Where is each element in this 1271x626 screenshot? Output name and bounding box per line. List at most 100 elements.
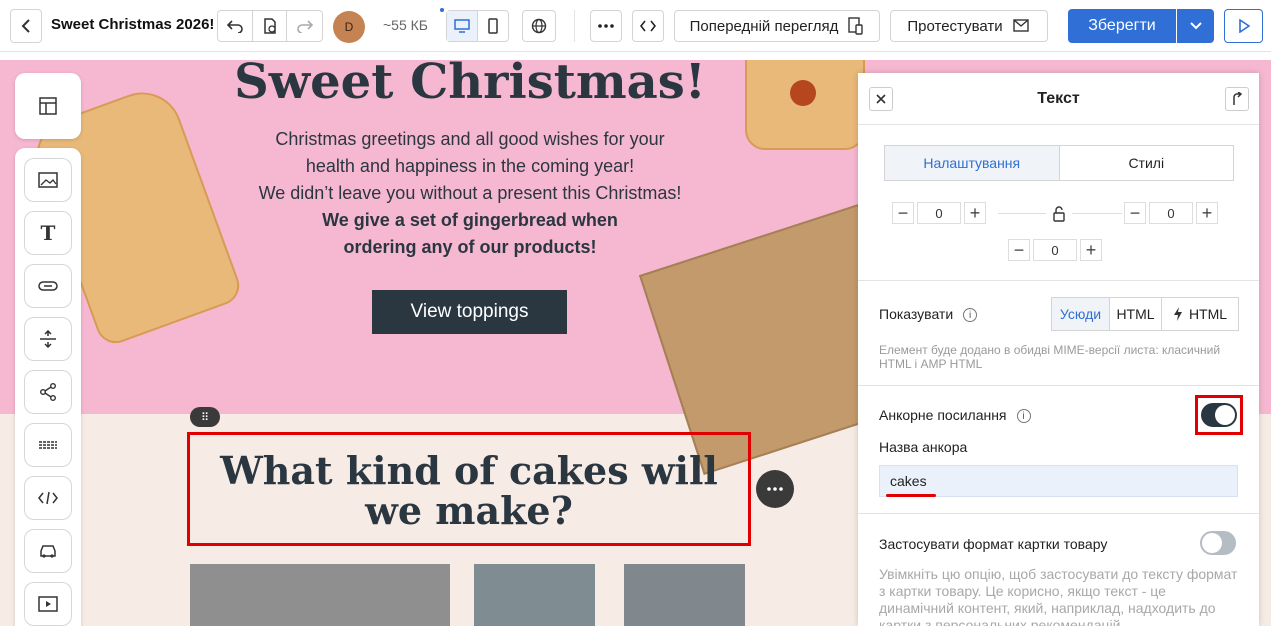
more-options-button[interactable] [590, 10, 622, 42]
language-button[interactable] [522, 10, 556, 42]
avatar[interactable]: D [333, 11, 365, 43]
version-history-button[interactable] [253, 11, 288, 41]
test-label: Протестувати [907, 17, 1003, 35]
padding-bottom-input[interactable]: 0 [1033, 239, 1077, 261]
chevron-down-icon [1189, 22, 1202, 30]
status-dot [440, 8, 444, 12]
history-group [217, 10, 323, 42]
anchor-name-label: Назва анкора [879, 439, 968, 455]
code-view-button[interactable] [632, 10, 664, 42]
link-line [998, 213, 1046, 214]
html-block-tool[interactable] [24, 476, 72, 520]
increment-button[interactable]: + [964, 202, 986, 224]
hero-title[interactable]: Sweet Christmas! [180, 60, 760, 110]
structure-tool[interactable] [15, 73, 81, 139]
redo-icon [296, 20, 313, 33]
drag-handle[interactable]: ⠿ [190, 407, 220, 427]
jam-decoration [790, 80, 816, 106]
preview-label: Попередній перегляд [689, 17, 839, 35]
play-icon [1238, 19, 1250, 33]
panel-title: Текст [1037, 90, 1080, 107]
cake-image [624, 564, 745, 626]
show-html-option[interactable]: HTML [1110, 298, 1162, 330]
preview-icon [848, 17, 864, 35]
padding-top-stepper: − 0 + [892, 202, 986, 224]
hero-line: We give a set of gingerbread when [322, 210, 618, 230]
save-options-button[interactable] [1177, 9, 1214, 43]
image-icon [38, 172, 58, 188]
hero-line: Christmas greetings and all good wishes … [275, 129, 665, 149]
button-icon [38, 281, 58, 291]
email-canvas[interactable]: Sweet Christmas! Christmas greetings and… [0, 60, 1271, 626]
lock-padding-button[interactable] [1047, 202, 1071, 226]
button-block-tool[interactable] [24, 264, 72, 308]
link-line [1072, 213, 1122, 214]
anchor-toggle[interactable] [1201, 403, 1237, 427]
decrement-button[interactable]: − [892, 202, 914, 224]
image-block-tool[interactable] [24, 158, 72, 202]
panel-header: Текст [858, 73, 1259, 125]
mobile-view-button[interactable] [478, 11, 508, 41]
divider-block-tool[interactable] [24, 423, 72, 467]
info-icon[interactable]: i [963, 308, 978, 323]
arrow-up-icon [1233, 92, 1243, 105]
padding-top-input[interactable]: 0 [917, 202, 961, 224]
cake-image [190, 564, 450, 626]
redo-button[interactable] [287, 11, 322, 41]
test-send-button[interactable]: Протестувати [890, 10, 1048, 42]
cakes-heading[interactable]: What kind of cakes will we make? [187, 432, 751, 546]
text-settings-panel: Текст Налаштування Стилі − 0 + − 0 + − 0… [858, 73, 1259, 626]
undo-icon [226, 20, 243, 33]
preview-button[interactable]: Попередній перегляд [674, 10, 880, 42]
increment-button[interactable]: + [1196, 202, 1218, 224]
desktop-view-button[interactable] [447, 11, 478, 41]
show-everywhere-option[interactable]: Усюди [1052, 298, 1110, 330]
show-label: Показувати i [879, 306, 978, 323]
padding-right-input[interactable]: 0 [1149, 202, 1193, 224]
more-dots-icon [767, 487, 783, 491]
cake-image [474, 564, 595, 626]
product-card-toggle[interactable] [1200, 531, 1236, 555]
padding-right-stepper: − 0 + [1124, 202, 1218, 224]
run-button[interactable] [1224, 9, 1263, 43]
divider [858, 280, 1259, 281]
blocks-palette: T [15, 148, 81, 626]
lightning-icon [1173, 307, 1182, 321]
spacer-block-tool[interactable] [24, 317, 72, 361]
hero-text[interactable]: Christmas greetings and all good wishes … [220, 126, 720, 261]
device-toggle [446, 10, 509, 42]
decrement-button[interactable]: − [1124, 202, 1146, 224]
view-toppings-button[interactable]: View toppings [372, 290, 567, 334]
increment-button[interactable]: + [1080, 239, 1102, 261]
back-button[interactable] [10, 9, 42, 43]
padding-bottom-stepper: − 0 + [1008, 239, 1102, 261]
spacer-icon [40, 330, 56, 348]
save-button[interactable]: Зберегти [1068, 9, 1176, 43]
tab-styles[interactable]: Стилі [1060, 146, 1234, 180]
desktop-icon [454, 19, 470, 33]
code-icon [640, 20, 656, 32]
text-block-tool[interactable]: T [24, 211, 72, 255]
divider-icon [39, 441, 57, 449]
divider [858, 513, 1259, 514]
top-toolbar: Sweet Christmas 2026! D ~55 КБ Попередні… [0, 0, 1271, 52]
video-block-tool[interactable] [24, 582, 72, 626]
show-amp-option[interactable]: HTML [1162, 298, 1238, 330]
show-segmented-control: Усюди HTML HTML [1051, 297, 1239, 331]
decrement-button[interactable]: − [1008, 239, 1030, 261]
text-icon: T [40, 221, 56, 245]
select-parent-button[interactable] [1225, 87, 1249, 111]
info-icon[interactable]: i [1016, 409, 1031, 424]
undo-button[interactable] [218, 11, 253, 41]
share-icon [40, 383, 56, 401]
car-icon [40, 545, 56, 558]
product-block-tool[interactable] [24, 529, 72, 573]
hero-line: We didn’t leave you without a present th… [258, 183, 682, 203]
block-more-button[interactable] [756, 470, 794, 508]
tab-settings[interactable]: Налаштування [885, 146, 1060, 180]
anchor-label: Анкорне посилання i [879, 407, 1031, 424]
code-icon [38, 491, 58, 505]
social-block-tool[interactable] [24, 370, 72, 414]
chevron-left-icon [21, 19, 30, 33]
anchor-name-input[interactable]: cakes [879, 465, 1238, 497]
